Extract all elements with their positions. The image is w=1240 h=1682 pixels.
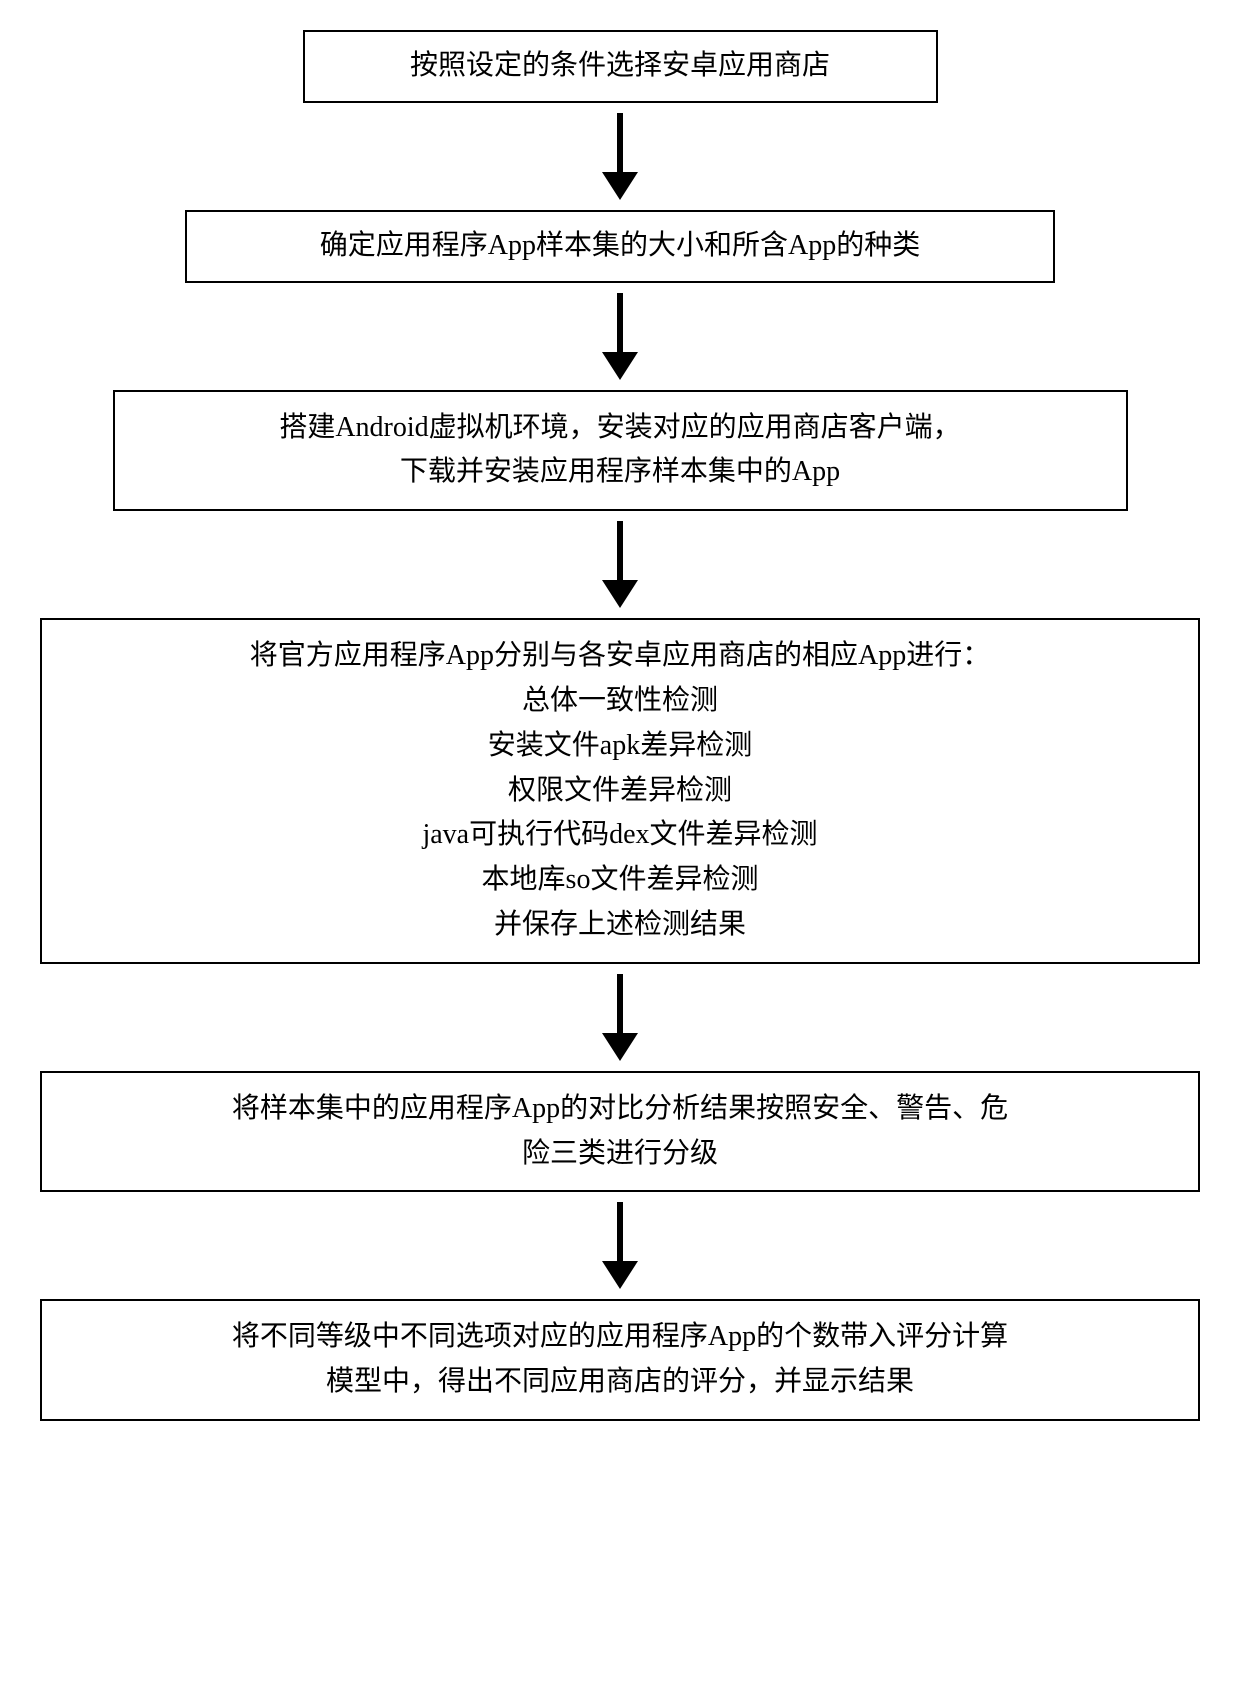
flowchart-step-3: 搭建Android虚拟机环境，安装对应的应用商店客户端， 下载并安装应用程序样本… <box>113 390 1128 512</box>
arrow-5 <box>602 1202 638 1289</box>
flowchart-step-6: 将不同等级中不同选项对应的应用程序App的个数带入评分计算 模型中，得出不同应用… <box>40 1299 1200 1421</box>
step-2-line-1: 确定应用程序App样本集的大小和所含App的种类 <box>320 224 920 269</box>
step-4-line-1: 将官方应用程序App分别与各安卓应用商店的相应App进行： <box>250 634 990 679</box>
step-6-line-1: 将不同等级中不同选项对应的应用程序App的个数带入评分计算 <box>232 1315 1008 1360</box>
flowchart-step-5: 将样本集中的应用程序App的对比分析结果按照安全、警告、危 险三类进行分级 <box>40 1071 1200 1193</box>
arrow-head-icon <box>602 172 638 200</box>
step-5-line-1: 将样本集中的应用程序App的对比分析结果按照安全、警告、危 <box>232 1087 1008 1132</box>
step-3-line-1: 搭建Android虚拟机环境，安装对应的应用商店客户端， <box>279 406 960 451</box>
step-4-line-7: 并保存上述检测结果 <box>494 903 746 948</box>
arrow-head-icon <box>602 352 638 380</box>
arrow-2 <box>602 293 638 380</box>
arrow-shaft-icon <box>617 1202 623 1262</box>
flowchart-step-1: 按照设定的条件选择安卓应用商店 <box>303 30 938 103</box>
arrow-head-icon <box>602 1033 638 1061</box>
step-4-line-2: 总体一致性检测 <box>522 679 718 724</box>
step-4-line-5: java可执行代码dex文件差异检测 <box>422 813 817 858</box>
arrow-shaft-icon <box>617 113 623 173</box>
arrow-shaft-icon <box>617 521 623 581</box>
arrow-1 <box>602 113 638 200</box>
step-1-line-1: 按照设定的条件选择安卓应用商店 <box>410 44 830 89</box>
step-5-line-2: 险三类进行分级 <box>522 1132 718 1177</box>
step-6-line-2: 模型中，得出不同应用商店的评分，并显示结果 <box>326 1360 914 1405</box>
step-4-line-6: 本地库so文件差异检测 <box>482 858 759 903</box>
step-3-line-2: 下载并安装应用程序样本集中的App <box>400 450 840 495</box>
step-4-line-3: 安装文件apk差异检测 <box>488 724 752 769</box>
arrow-shaft-icon <box>617 974 623 1034</box>
arrow-shaft-icon <box>617 293 623 353</box>
step-4-line-4: 权限文件差异检测 <box>508 769 732 814</box>
arrow-head-icon <box>602 1261 638 1289</box>
arrow-4 <box>602 974 638 1061</box>
flowchart-step-2: 确定应用程序App样本集的大小和所含App的种类 <box>185 210 1055 283</box>
arrow-3 <box>602 521 638 608</box>
arrow-head-icon <box>602 580 638 608</box>
flowchart-step-4: 将官方应用程序App分别与各安卓应用商店的相应App进行： 总体一致性检测 安装… <box>40 618 1200 964</box>
